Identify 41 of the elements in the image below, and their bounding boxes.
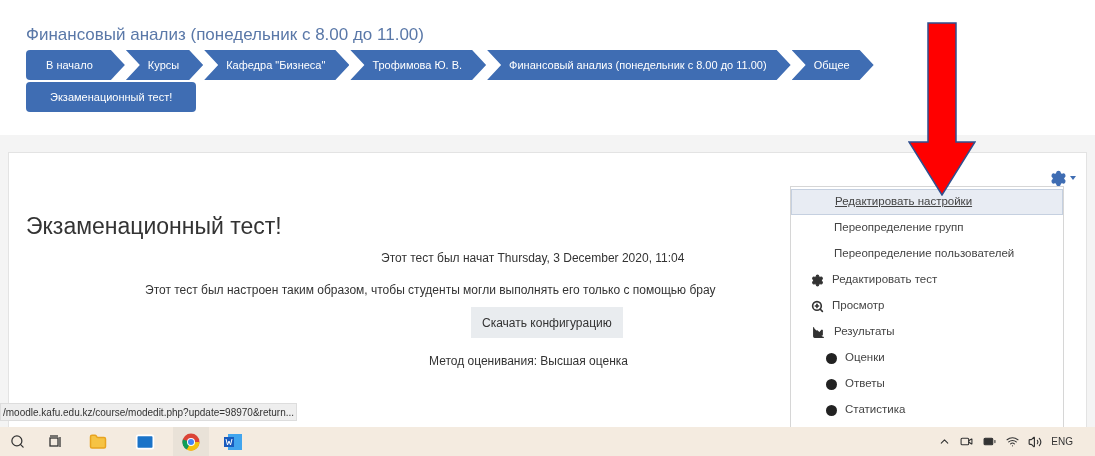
language-indicator[interactable]: ENG <box>1051 434 1073 449</box>
breadcrumb-link[interactable]: В начало <box>26 50 125 80</box>
breadcrumb-link[interactable]: Финансовый анализ (понедельник с 8.00 до 11.00) <box>487 50 791 80</box>
menu-item[interactable]: Статистика <box>791 397 1063 423</box>
breadcrumb-link[interactable]: Курсы <box>125 50 204 80</box>
document-app-icon[interactable] <box>223 432 243 451</box>
search-icon[interactable] <box>10 434 25 449</box>
gear-icon <box>811 273 824 287</box>
grading-method: Метод оценивания: Высшая оценка <box>428 353 629 370</box>
menu-item[interactable]: Ответы <box>791 371 1063 397</box>
breadcrumb-link[interactable]: Кафедра "Бизнеса" <box>204 50 350 80</box>
task-view-icon[interactable] <box>49 434 63 449</box>
menu-item[interactable]: Редактировать настройки <box>791 189 1063 215</box>
bullet-icon <box>826 378 837 390</box>
zoom-icon <box>811 299 824 313</box>
caret-icon <box>1070 176 1076 180</box>
settings-icon <box>1050 169 1067 187</box>
info-text: Этот тест был настроен таким образом, чтобы студенты могли выполнять его только с помощью брау <box>144 282 717 299</box>
chart-icon <box>811 325 826 339</box>
breadcrumb-link[interactable]: Общее <box>791 50 874 80</box>
menu-item[interactable]: Переопределение групп <box>791 215 1063 241</box>
wifi-icon[interactable] <box>1006 435 1020 448</box>
browser-taskbar-button[interactable] <box>173 427 209 456</box>
info-text: Этот тест был начат Thursday, 3 December 2020, 11:04 <box>381 250 685 267</box>
menu-item[interactable]: Оценки <box>791 345 1063 371</box>
course-title[interactable]: Финансовый анализ (понедельник с 8.00 до 11.00) <box>26 22 1095 50</box>
page-title: Экзаменационный тест! <box>26 212 283 241</box>
breadcrumb-link[interactable]: Экзаменационный тест! <box>26 82 197 112</box>
breadcrumb-link[interactable]: Трофимова Ю. В. <box>350 50 487 80</box>
status-url: /moodle.kafu.edu.kz/course/modedit.php?update=98970&return... <box>0 403 298 421</box>
menu-item[interactable]: Переопределение пользователей <box>791 241 1063 267</box>
camera-icon[interactable] <box>960 435 974 448</box>
volume-icon[interactable] <box>1028 434 1043 449</box>
menu-item[interactable]: Результаты <box>791 319 1063 345</box>
menu-item[interactable]: Просмотр <box>791 293 1063 319</box>
bullet-icon <box>826 352 837 364</box>
battery-icon[interactable] <box>982 435 998 448</box>
bullet-icon <box>826 404 837 416</box>
menu-item[interactable]: Редактировать тест <box>791 267 1063 293</box>
download-button[interactable]: Скачать конфигурацию <box>471 307 623 338</box>
browser-icon <box>182 432 200 451</box>
